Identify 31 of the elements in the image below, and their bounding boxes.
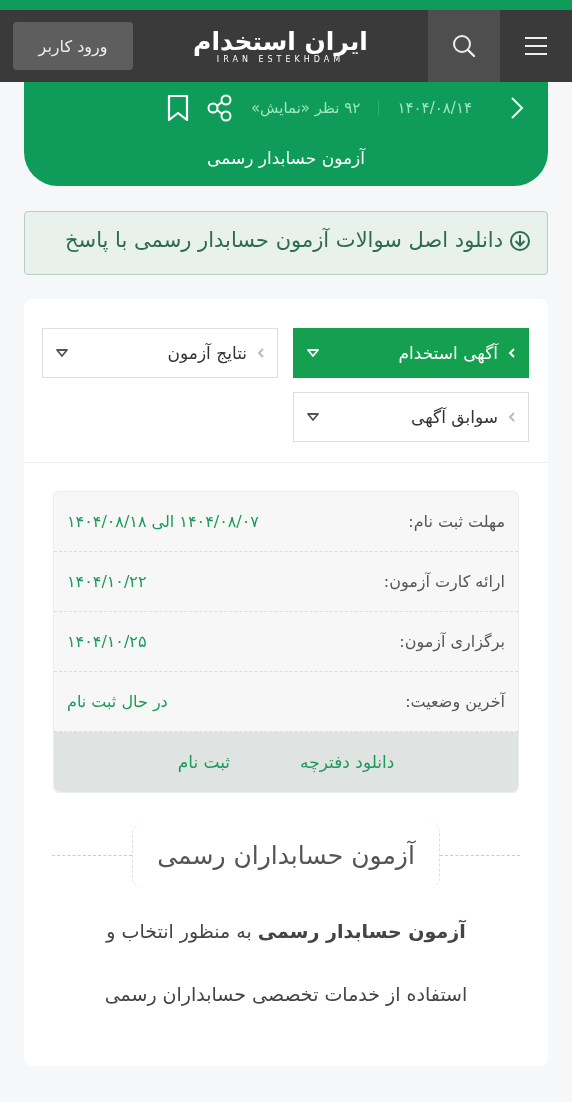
- dropdown[interactable]: سوابق آگهی: [293, 392, 529, 442]
- info-label: آخرین وضعیت:: [405, 692, 505, 711]
- bookmark-icon[interactable]: [166, 94, 189, 122]
- paragraph: آزمون حسابدار رسمی به منظور انتخاب و استفاده از خدمات تخصصی حسابداران رسمی: [103, 919, 469, 1008]
- triangle-icon: [306, 412, 320, 422]
- dropdown[interactable]: نتایج آزمون: [42, 328, 278, 378]
- download-notice[interactable]: دانلود اصل سوالات آزمون حسابدار رسمی با پاسخ: [24, 211, 548, 275]
- chevron-icon: [508, 411, 516, 423]
- info-value: در حال ثبت نام: [67, 692, 168, 711]
- chevron-icon[interactable]: [510, 96, 524, 120]
- view-count: ۹۲ نظر «نمایش»: [250, 99, 361, 117]
- info-value: ۱۴۰۴/۱۰/۲۲: [67, 572, 147, 591]
- info-label: ارائه کارت آزمون:: [383, 572, 505, 591]
- info-label: مهلت ثبت نام:: [408, 512, 505, 531]
- info-label: برگزاری آزمون:: [399, 632, 505, 651]
- share-icon[interactable]: [206, 94, 233, 122]
- chevron-icon: [257, 347, 265, 359]
- section-title: آزمون حسابداران رسمی: [132, 823, 440, 888]
- triangle-icon: [55, 348, 69, 358]
- search-button[interactable]: [428, 10, 500, 82]
- info-value: ۱۴۰۴/۰۸/۰۷ الی ۱۴۰۴/۰۸/۱۸: [67, 512, 259, 531]
- chevron-icon: [508, 347, 516, 359]
- login-button[interactable]: ورود کاربر: [13, 22, 133, 70]
- info-value: ۱۴۰۴/۱۰/۲۵: [67, 632, 147, 651]
- download-icon: [509, 230, 531, 252]
- post-date: ۱۴۰۴/۰۸/۱۴: [397, 99, 472, 117]
- dropdown[interactable]: آگهی استخدام: [293, 328, 529, 378]
- triangle-icon: [306, 348, 320, 358]
- post-title: آزمون حسابدار رسمی: [206, 148, 367, 168]
- notice-text: دانلود اصل سوالات آزمون حسابدار رسمی با پاسخ: [65, 227, 503, 254]
- menu-icon: [523, 35, 549, 57]
